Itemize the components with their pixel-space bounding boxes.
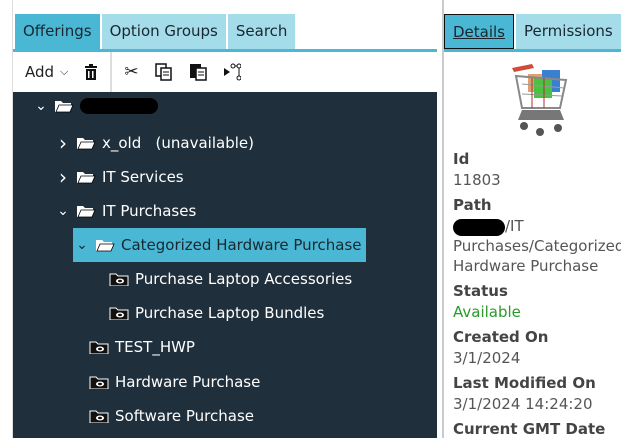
tree-item-it-purchases[interactable]: ⌄ IT Purchases — [54, 194, 196, 228]
tree-item-purchase-laptop-bundles[interactable]: Purchase Laptop Bundles — [109, 296, 324, 330]
toolbar-divider — [110, 52, 113, 92]
tree-item-label: IT Services — [102, 168, 184, 186]
add-button[interactable]: Add ⌵ — [13, 52, 76, 92]
tree-item-software-purchase[interactable]: Software Purchase — [89, 399, 254, 433]
tree-item-label: TEST_HWP — [115, 338, 195, 356]
tree-item-label: Software Purchase — [115, 407, 255, 425]
offerings-tree: ⌄ › x_old (unavailable) › IT Services ⌄ IT Pur… — [13, 92, 437, 438]
path-label: Path — [453, 196, 492, 214]
status-label: Status — [453, 282, 508, 300]
folder-open-icon — [54, 99, 74, 113]
tab-details[interactable]: Details — [444, 14, 515, 49]
add-label: Add — [25, 63, 55, 81]
move-icon — [223, 63, 241, 81]
tree-item-label: Purchase Laptop Bundles — [135, 304, 325, 322]
chevron-down-icon[interactable]: ⌄ — [32, 98, 50, 114]
created-label: Created On — [453, 328, 549, 346]
right-tabs: Details Permissions F — [444, 14, 621, 50]
tree-item-categorized-hardware-purchase[interactable]: ⌄ Categorized Hardware Purchase — [73, 228, 366, 262]
redacted-mark — [80, 98, 158, 114]
modified-value: 3/1/2024 14:24:20 — [453, 395, 593, 413]
path-line-2: Purchases/Categorized — [453, 237, 621, 255]
tree-item-label: Purchase Laptop Accessories — [135, 270, 353, 288]
tree-item-purchase-laptop-accessories[interactable]: Purchase Laptop Accessories — [109, 262, 352, 296]
paste-button[interactable] — [181, 52, 215, 92]
path-line-3: Hardware Purchase — [453, 257, 599, 275]
tree-item-label: Hardware Purchase — [115, 373, 261, 391]
tree-item-root[interactable]: ⌄ — [32, 89, 158, 123]
chevron-right-icon[interactable]: › — [54, 165, 72, 189]
copy-button[interactable] — [147, 52, 181, 92]
created-value: 3/1/2024 — [453, 349, 521, 367]
status-value: Available — [453, 303, 521, 321]
delete-button[interactable] — [76, 52, 106, 92]
folder-open-icon — [76, 136, 96, 150]
trash-icon — [85, 64, 98, 80]
tree-item-test-hwp[interactable]: TEST_HWP — [89, 330, 195, 364]
chevron-right-icon[interactable]: › — [54, 131, 72, 155]
tab-underline — [444, 49, 621, 52]
tree-item-label: IT Purchases — [102, 202, 197, 220]
tab-offerings[interactable]: Offerings — [15, 14, 100, 49]
details-panel: Details Permissions F Id 11803 Path /IT … — [442, 0, 621, 438]
offering-folder-icon — [109, 306, 129, 321]
tree-item-x-old[interactable]: › x_old (unavailable) — [54, 126, 254, 160]
tree-item-label: Categorized Hardware Purchase — [121, 236, 362, 254]
redacted-mark — [453, 219, 505, 236]
tab-permissions[interactable]: Permissions — [516, 14, 621, 49]
chevron-down-icon: ⌵ — [60, 65, 69, 78]
tree-item-it-services[interactable]: › IT Services — [54, 160, 184, 194]
toolbar: Add ⌵ ✂ — [13, 52, 437, 92]
shopping-cart-icon — [512, 64, 568, 136]
cut-button[interactable]: ✂ — [116, 52, 146, 92]
tree-item-hardware-purchase[interactable]: Hardware Purchase — [89, 365, 260, 399]
offering-folder-icon — [89, 375, 109, 390]
tree-item-label: x_old (unavailable) — [102, 134, 254, 152]
tab-search[interactable]: Search — [227, 14, 296, 49]
offerings-panel: Offerings Option Groups Search Add ⌵ ✂ ⌄ ›… — [12, 0, 437, 438]
paste-icon — [189, 64, 207, 81]
folder-open-icon — [76, 170, 96, 184]
move-button[interactable] — [215, 52, 249, 92]
offering-folder-icon — [109, 272, 129, 287]
chevron-down-icon[interactable]: ⌄ — [54, 203, 72, 219]
gmt-date-label: Current GMT Date — [453, 420, 606, 438]
id-label: Id — [453, 150, 470, 168]
chevron-down-icon[interactable]: ⌄ — [73, 237, 91, 253]
scissors-icon: ✂ — [124, 62, 139, 82]
copy-icon — [154, 63, 172, 81]
tab-option-groups[interactable]: Option Groups — [101, 14, 226, 49]
folder-open-icon — [76, 204, 96, 218]
folder-open-icon — [95, 238, 115, 252]
id-value: 11803 — [453, 171, 501, 189]
offering-folder-icon — [89, 409, 109, 424]
offering-folder-icon — [89, 340, 109, 355]
left-tabs: Offerings Option Groups Search — [15, 14, 296, 50]
modified-label: Last Modified On — [453, 374, 596, 392]
